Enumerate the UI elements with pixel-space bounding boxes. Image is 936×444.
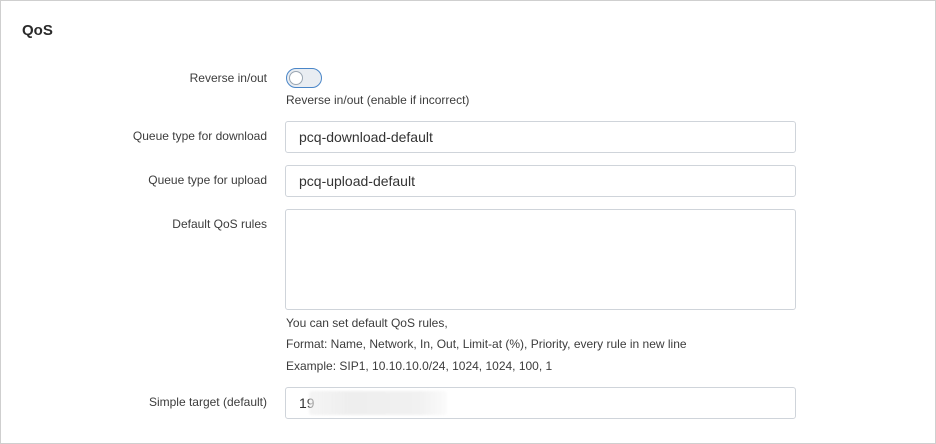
queue-download-input[interactable]	[285, 121, 796, 153]
default-rules-help-line-1: You can set default QoS rules,	[286, 316, 448, 330]
qos-panel: QoS Reverse in/out Reverse in/out (enabl…	[0, 0, 936, 444]
redaction-blur	[309, 391, 447, 415]
panel-title: QoS	[22, 22, 53, 39]
default-rules-label: Default QoS rules	[172, 217, 267, 231]
reverse-help-text: Reverse in/out (enable if incorrect)	[286, 93, 470, 107]
default-rules-textarea[interactable]	[285, 209, 796, 310]
queue-download-label: Queue type for download	[132, 129, 267, 143]
queue-upload-input[interactable]	[285, 165, 796, 197]
default-rules-help-line-2: Format: Name, Network, In, Out, Limit-at…	[286, 337, 687, 351]
default-rules-help-line-3: Example: SIP1, 10.10.10.0/24, 1024, 1024…	[286, 359, 553, 373]
queue-upload-label: Queue type for upload	[148, 173, 267, 187]
reverse-label: Reverse in/out	[189, 71, 267, 85]
simple-target-label: Simple target (default)	[148, 395, 267, 409]
toggle-knob	[289, 71, 303, 85]
reverse-toggle[interactable]	[286, 68, 322, 88]
